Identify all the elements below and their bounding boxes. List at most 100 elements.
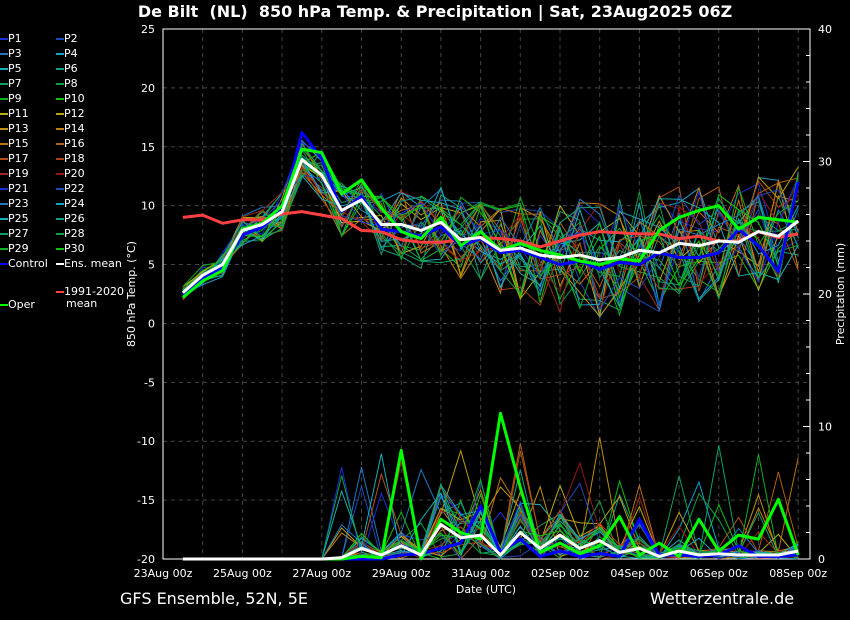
y2-tick-label: 0 bbox=[818, 553, 825, 566]
legend-item-P29: P29 bbox=[0, 242, 29, 256]
legend-swatch bbox=[56, 98, 64, 100]
legend-swatch bbox=[0, 113, 8, 115]
legend-swatch bbox=[0, 158, 8, 160]
legend-swatch bbox=[0, 173, 8, 175]
x-tick-label: 04Sep 00z bbox=[610, 567, 668, 580]
legend-item-P17: P17 bbox=[0, 152, 29, 166]
legend-item-ens-mean: Ens. mean bbox=[56, 257, 122, 271]
legend-swatch bbox=[56, 113, 64, 115]
legend-item-P30: P30 bbox=[56, 242, 85, 256]
legend-label: Ens. mean bbox=[64, 257, 122, 270]
legend-label: P7 bbox=[8, 77, 22, 90]
legend-item-P9: P9 bbox=[0, 92, 22, 106]
legend-label: P3 bbox=[8, 47, 22, 60]
legend-swatch bbox=[56, 263, 64, 265]
x-tick-label: 29Aug 00z bbox=[372, 567, 431, 580]
legend-swatch bbox=[56, 38, 64, 40]
legend-swatch bbox=[56, 158, 64, 160]
legend-swatch bbox=[56, 218, 64, 220]
legend-label: P24 bbox=[64, 197, 85, 210]
member-temp-line-P2 bbox=[182, 148, 799, 319]
x-tick-label: 27Aug 00z bbox=[292, 567, 351, 580]
legend-item-P21: P21 bbox=[0, 182, 29, 196]
legend-swatch bbox=[0, 233, 8, 235]
legend-item-P19: P19 bbox=[0, 167, 29, 181]
legend-label: P13 bbox=[8, 122, 29, 135]
legend-label: P26 bbox=[64, 212, 85, 225]
legend-swatch bbox=[56, 68, 64, 70]
x-tick-label: 31Aug 00z bbox=[451, 567, 510, 580]
legend-item-P22: P22 bbox=[56, 182, 85, 196]
y-tick-label: 0 bbox=[148, 317, 155, 330]
legend-label: P2 bbox=[64, 32, 78, 45]
legend-swatch bbox=[56, 53, 64, 55]
legend-label: P12 bbox=[64, 107, 85, 120]
y-tick-label: -20 bbox=[137, 553, 155, 566]
legend-label: P23 bbox=[8, 197, 29, 210]
legend-label: P10 bbox=[64, 92, 85, 105]
legend-label: P20 bbox=[64, 167, 85, 180]
legend-label: P16 bbox=[64, 137, 85, 150]
legend-item-control: Control bbox=[0, 257, 48, 271]
site-label: Wetterzentrale.de bbox=[650, 589, 795, 608]
legend-item-P2: P2 bbox=[56, 32, 78, 46]
legend-swatch bbox=[56, 248, 64, 250]
legend-swatch bbox=[0, 263, 8, 265]
legend-swatch bbox=[0, 304, 8, 306]
legend-label: P28 bbox=[64, 227, 85, 240]
legend-label: P17 bbox=[8, 152, 29, 165]
legend-item-P10: P10 bbox=[56, 92, 85, 106]
y-tick-label: -5 bbox=[144, 376, 155, 389]
x-tick-label: 25Aug 00z bbox=[213, 567, 272, 580]
legend-item-P20: P20 bbox=[56, 167, 85, 181]
legend-swatch bbox=[0, 68, 8, 70]
legend-swatch bbox=[0, 143, 8, 145]
legend-item-P5: P5 bbox=[0, 62, 22, 76]
y-tick-label: 20 bbox=[141, 82, 155, 95]
legend-item-P24: P24 bbox=[56, 197, 85, 211]
y-tick-label: 15 bbox=[141, 141, 155, 154]
legend-label: P21 bbox=[8, 182, 29, 195]
legend-item-oper: Oper bbox=[0, 298, 35, 312]
legend-item-P11: P11 bbox=[0, 107, 29, 121]
legend-item-P26: P26 bbox=[56, 212, 85, 226]
member-precip-line-P16 bbox=[182, 443, 799, 560]
legend-label: P18 bbox=[64, 152, 85, 165]
legend-item-P18: P18 bbox=[56, 152, 85, 166]
legend-label: P25 bbox=[8, 212, 29, 225]
legend-swatch bbox=[0, 83, 8, 85]
legend-label: P6 bbox=[64, 62, 78, 75]
y2-tick-label: 10 bbox=[818, 421, 832, 434]
legend-item-climate-mean: 1991-2020 mean bbox=[56, 285, 124, 309]
legend-swatch bbox=[0, 53, 8, 55]
legend-swatch bbox=[0, 128, 8, 130]
legend-swatch bbox=[56, 143, 64, 145]
legend-label: mean bbox=[66, 297, 98, 310]
legend-item-P28: P28 bbox=[56, 227, 85, 241]
x-tick-label: 23Aug 00z bbox=[134, 567, 193, 580]
legend-item-P8: P8 bbox=[56, 77, 78, 91]
legend-item-P3: P3 bbox=[0, 47, 22, 61]
legend-swatch bbox=[0, 218, 8, 220]
legend-label: P14 bbox=[64, 122, 85, 135]
legend-item-P16: P16 bbox=[56, 137, 85, 151]
legend-label: P30 bbox=[64, 242, 85, 255]
y2-tick-label: 20 bbox=[818, 288, 832, 301]
legend-swatch bbox=[0, 38, 8, 40]
legend-item-P23: P23 bbox=[0, 197, 29, 211]
legend-item-P7: P7 bbox=[0, 77, 22, 91]
legend-label: P27 bbox=[8, 227, 29, 240]
legend-swatch bbox=[56, 188, 64, 190]
y-tick-label: -15 bbox=[137, 494, 155, 507]
legend-label: P4 bbox=[64, 47, 78, 60]
member-temp-line-P8 bbox=[182, 162, 799, 306]
legend-label: P8 bbox=[64, 77, 78, 90]
y-tick-label: 10 bbox=[141, 200, 155, 213]
legend-label: P11 bbox=[8, 107, 29, 120]
y-tick-label: -10 bbox=[137, 435, 155, 448]
legend-item-P1: P1 bbox=[0, 32, 22, 46]
ensemble-chart: 25 20 15 10 5 0 -5 -10 -15 -20 40 30 20 10 0 23Aug 00z 2… bbox=[125, 23, 847, 596]
x-axis-label: Date (UTC) bbox=[456, 583, 516, 596]
x-tick-label: 06Sep 00z bbox=[690, 567, 748, 580]
y2-tick-label: 40 bbox=[818, 23, 832, 36]
